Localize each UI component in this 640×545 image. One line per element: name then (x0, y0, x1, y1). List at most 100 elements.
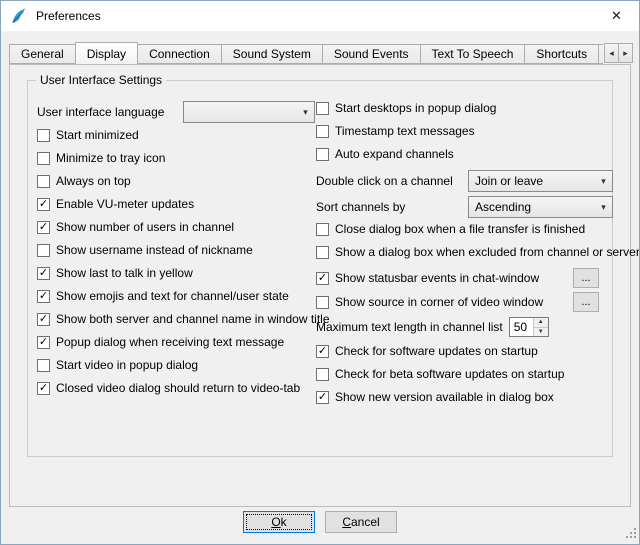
checkbox-close-dialog-box-when-a-file-transfer-is-finished[interactable]: Close dialog box when a file transfer is… (316, 222, 613, 236)
checkbox-box: ✓ (37, 198, 50, 211)
checkbox-enable-vu-meter-updates[interactable]: ✓Enable VU-meter updates (37, 197, 315, 211)
checkbox-label: Show both server and channel name in win… (56, 312, 330, 326)
spin-up-icon[interactable]: ▲ (534, 318, 548, 328)
sort-channels-row: Sort channels by Ascending ▾ (316, 196, 613, 218)
group-title: User Interface Settings (36, 73, 166, 87)
double-click-label: Double click on a channel (316, 174, 453, 188)
tab-shortcuts[interactable]: Shortcuts (524, 44, 599, 64)
checkbox-label: Show number of users in channel (56, 220, 234, 234)
tab-sound-events[interactable]: Sound Events (322, 44, 421, 64)
title-bar[interactable]: Preferences ✕ (1, 1, 639, 31)
app-icon (10, 7, 28, 25)
window-title: Preferences (36, 9, 101, 23)
checkbox-show-new-version-available-in-dialog-box[interactable]: ✓ Show new version available in dialog bo… (316, 390, 613, 404)
checkbox-label: Auto expand channels (335, 147, 454, 161)
tab-scroll: ◂ ▸ (605, 43, 633, 63)
sort-channels-combo[interactable]: Ascending ▾ (468, 196, 613, 218)
checkbox-show-emojis-and-text-for-channel-user-state[interactable]: ✓Show emojis and text for channel/user s… (37, 289, 315, 303)
spin-down-icon[interactable]: ▼ (534, 328, 548, 337)
checkbox-box: ✓ (316, 345, 329, 358)
max-text-length-spinner[interactable]: 50 ▲ ▼ (509, 317, 549, 337)
cancel-button[interactable]: Cancel (325, 511, 397, 533)
tab-bar: GeneralDisplayConnectionSound SystemSoun… (9, 41, 603, 64)
ok-button[interactable]: Ok (243, 511, 315, 533)
checkbox-box (316, 102, 329, 115)
statusbar-events-config-button[interactable]: ... (573, 268, 599, 288)
tab-sound-system[interactable]: Sound System (221, 44, 323, 64)
checkbox-show-number-of-users-in-channel[interactable]: ✓ Show number of users in channel (37, 220, 315, 234)
checkbox-show-statusbar-events-in-chat-window[interactable]: ✓Show statusbar events in chat-window (316, 271, 539, 285)
checkbox-label: Show last to talk in yellow (56, 266, 193, 280)
checkbox-box (37, 175, 50, 188)
checkbox-label: Show a dialog box when excluded from cha… (335, 245, 640, 259)
checkbox-label: Show new version available in dialog box (335, 390, 554, 404)
checkbox-box (37, 244, 50, 257)
tab-general[interactable]: General (9, 44, 76, 64)
max-text-length-label: Maximum text length in channel list (316, 320, 503, 334)
spinner-value: 50 (510, 318, 533, 336)
preferences-dialog: Preferences ✕ GeneralDisplayConnectionSo… (0, 0, 640, 545)
checkbox-popup-dialog-when-receiving-text-message[interactable]: ✓ Popup dialog when receiving text messag… (37, 335, 315, 349)
checkbox-box: ✓ (37, 313, 50, 326)
checkbox-label: Start desktops in popup dialog (335, 101, 496, 115)
checkbox-box (316, 246, 329, 259)
checkbox-box (37, 359, 50, 372)
checkbox-label: Closed video dialog should return to vid… (56, 381, 300, 395)
checkbox-show-both-server-and-channel-name-in-window-title[interactable]: ✓Show both server and channel name in wi… (37, 312, 315, 326)
chevron-down-icon: ▾ (297, 107, 314, 118)
checkbox-label: Check for beta software updates on start… (335, 367, 564, 381)
checkbox-box: ✓ (37, 336, 50, 349)
checkbox-show-last-to-talk-in-yellow[interactable]: ✓Show last to talk in yellow (37, 266, 315, 280)
language-combo[interactable]: ▾ (183, 101, 315, 123)
tab-scroll-right-icon[interactable]: ▸ (618, 43, 633, 63)
max-text-length-row: Maximum text length in channel list 50 ▲… (316, 316, 613, 338)
left-column: User interface language ▾ Start minimize… (37, 101, 315, 404)
close-button[interactable]: ✕ (594, 1, 639, 31)
checkbox-label: Show source in corner of video window (335, 295, 543, 309)
checkbox-start-minimized[interactable]: Start minimized (37, 128, 315, 142)
checkbox-box (316, 368, 329, 381)
checkbox-label: Check for software updates on startup (335, 344, 538, 358)
resize-grip[interactable] (626, 528, 637, 542)
checkbox-check-for-beta-software-updates-on-startup[interactable]: Check for beta software updates on start… (316, 367, 613, 381)
checkbox-start-video-in-popup-dialog[interactable]: Start video in popup dialog (37, 358, 315, 372)
checkbox-box: ✓ (37, 221, 50, 234)
left-checkbox-list: Start minimized Minimize to tray icon Alwa… (37, 128, 315, 395)
checkbox-label: Show emojis and text for channel/user st… (56, 289, 289, 303)
statusbar-row: ✓Show statusbar events in chat-window... (316, 268, 613, 288)
tab-connection[interactable]: Connection (137, 44, 222, 64)
checkbox-label: Start minimized (56, 128, 139, 142)
right-mid-list: Close dialog box when a file transfer is… (316, 222, 613, 259)
checkbox-start-desktops-in-popup-dialog[interactable]: Start desktops in popup dialog (316, 101, 613, 115)
right-top-list: Start desktops in popup dialog Timestamp … (316, 101, 613, 161)
button-row: Ok Cancel (1, 511, 639, 533)
language-label: User interface language (37, 105, 164, 119)
checkbox-timestamp-text-messages[interactable]: Timestamp text messages (316, 124, 613, 138)
right-column: Start desktops in popup dialog Timestamp … (316, 101, 613, 413)
video-source-config-button[interactable]: ... (573, 292, 599, 312)
double-click-row: Double click on a channel Join or leave … (316, 170, 613, 192)
display-tab-pane: User Interface Settings User interface l… (9, 64, 631, 507)
tab-scroll-left-icon[interactable]: ◂ (604, 43, 619, 63)
chevron-down-icon: ▾ (595, 202, 612, 213)
checkbox-show-a-dialog-box-when-excluded-from-channel-or-server[interactable]: Show a dialog box when excluded from cha… (316, 245, 613, 259)
checkbox-label: Popup dialog when receiving text message (56, 335, 284, 349)
tab-video[interactable]: Video (598, 44, 603, 64)
checkbox-closed-video-dialog-should-return-to-video-tab[interactable]: ✓Closed video dialog should return to vi… (37, 381, 315, 395)
combo-value: Join or leave (475, 174, 595, 188)
checkbox-box (316, 223, 329, 236)
checkbox-label: Show statusbar events in chat-window (335, 271, 539, 285)
checkbox-auto-expand-channels[interactable]: Auto expand channels (316, 147, 613, 161)
checkbox-show-source-in-corner-of-video-window[interactable]: Show source in corner of video window (316, 295, 543, 309)
checkbox-box (316, 148, 329, 161)
tab-text-to-speech[interactable]: Text To Speech (420, 44, 526, 64)
checkbox-label: Show username instead of nickname (56, 243, 253, 257)
tab-display[interactable]: Display (75, 42, 138, 64)
checkbox-show-username-instead-of-nickname[interactable]: Show username instead of nickname (37, 243, 315, 257)
checkbox-always-on-top[interactable]: Always on top (37, 174, 315, 188)
checkbox-box (316, 296, 329, 309)
double-click-combo[interactable]: Join or leave ▾ (468, 170, 613, 192)
checkbox-check-for-software-updates-on-startup[interactable]: ✓ Check for software updates on startup (316, 344, 613, 358)
checkbox-box: ✓ (316, 391, 329, 404)
checkbox-minimize-to-tray-icon[interactable]: Minimize to tray icon (37, 151, 315, 165)
